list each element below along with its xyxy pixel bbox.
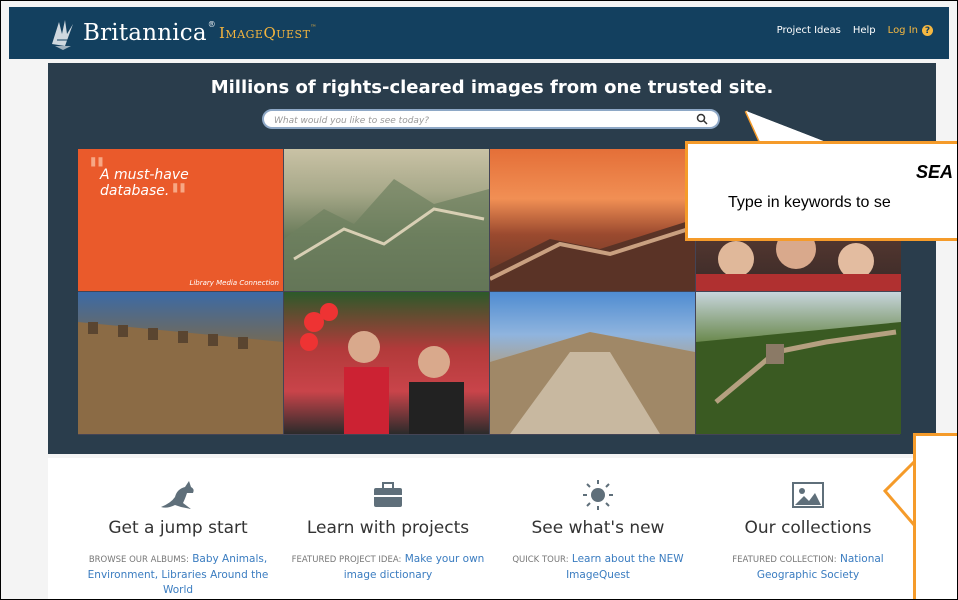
feature-title: See what's new	[531, 518, 665, 538]
briefcase-icon	[374, 482, 402, 507]
feature-title: Our collections	[744, 518, 872, 538]
feature-title: Get a jump start	[108, 518, 248, 538]
callout-body: Type in keywords to se	[728, 194, 891, 211]
search-callout: SEA Type in keywords to se	[685, 141, 957, 241]
nav-login[interactable]: Log In?	[888, 25, 933, 36]
hero-panel: Millions of rights-cleared images from o…	[48, 63, 936, 454]
feature-projects: Learn with projects Featured project ide…	[288, 476, 488, 583]
feature-jump-start: Get a jump start Browse our albums: Baby…	[78, 476, 278, 598]
product-name: ImageQuest™	[219, 24, 317, 42]
feature-description: Quick tour: Learn about the NEW ImageQue…	[512, 553, 684, 581]
wall-stairs-image[interactable]	[490, 292, 695, 434]
thistle-logo-icon	[52, 20, 73, 50]
page-frame: Britannica® ImageQuest™ Project Ideas He…	[0, 0, 958, 600]
quote-tile: " A must-have database. " Library Media C…	[78, 149, 283, 291]
feature-description: Featured collection: National Geographic…	[732, 553, 884, 581]
search-box[interactable]	[262, 109, 720, 130]
picture-icon	[792, 482, 824, 508]
question-icon: ?	[922, 25, 933, 36]
wall-forest-image[interactable]	[696, 292, 901, 434]
feature-collections: Our collections Featured collection: Nat…	[708, 476, 908, 583]
callout-title: SEA	[916, 162, 954, 182]
search-icon[interactable]	[696, 113, 708, 125]
features-section: Get a jump start Browse our albums: Baby…	[48, 458, 936, 599]
great-wall-sunset-image[interactable]	[490, 149, 695, 291]
quote-source: Library Media Connection	[189, 279, 279, 287]
great-wall-painting-image[interactable]	[284, 149, 489, 291]
nav-help[interactable]: Help	[853, 25, 876, 36]
feature-description: Featured project idea: Make your own ima…	[291, 553, 485, 581]
nav-project-ideas[interactable]: Project Ideas	[777, 25, 841, 36]
wall-battlements-image[interactable]	[78, 292, 283, 434]
top-header: Britannica® ImageQuest™ Project Ideas He…	[9, 7, 949, 59]
hero-tagline: Millions of rights-cleared images from o…	[210, 77, 774, 98]
feature-description: Browse our albums: Baby Animals, Environ…	[87, 553, 269, 596]
collections-callout	[913, 433, 957, 599]
close-quote-icon: "	[170, 177, 188, 217]
quick-tour-link[interactable]: Learn about the NEW ImageQuest	[566, 553, 684, 581]
britannica-logo[interactable]: Britannica® ImageQuest™	[49, 15, 317, 51]
search-input[interactable]	[272, 112, 676, 130]
feature-whats-new: See what's new Quick tour: Learn about t…	[498, 476, 698, 583]
feature-title: Learn with projects	[306, 518, 470, 538]
kangaroo-icon	[161, 481, 194, 509]
top-nav: Project Ideas Help Log In?	[777, 25, 933, 36]
sun-icon	[583, 480, 613, 510]
ceremony-image[interactable]	[284, 292, 489, 434]
brand-name: Britannica®	[83, 20, 216, 46]
